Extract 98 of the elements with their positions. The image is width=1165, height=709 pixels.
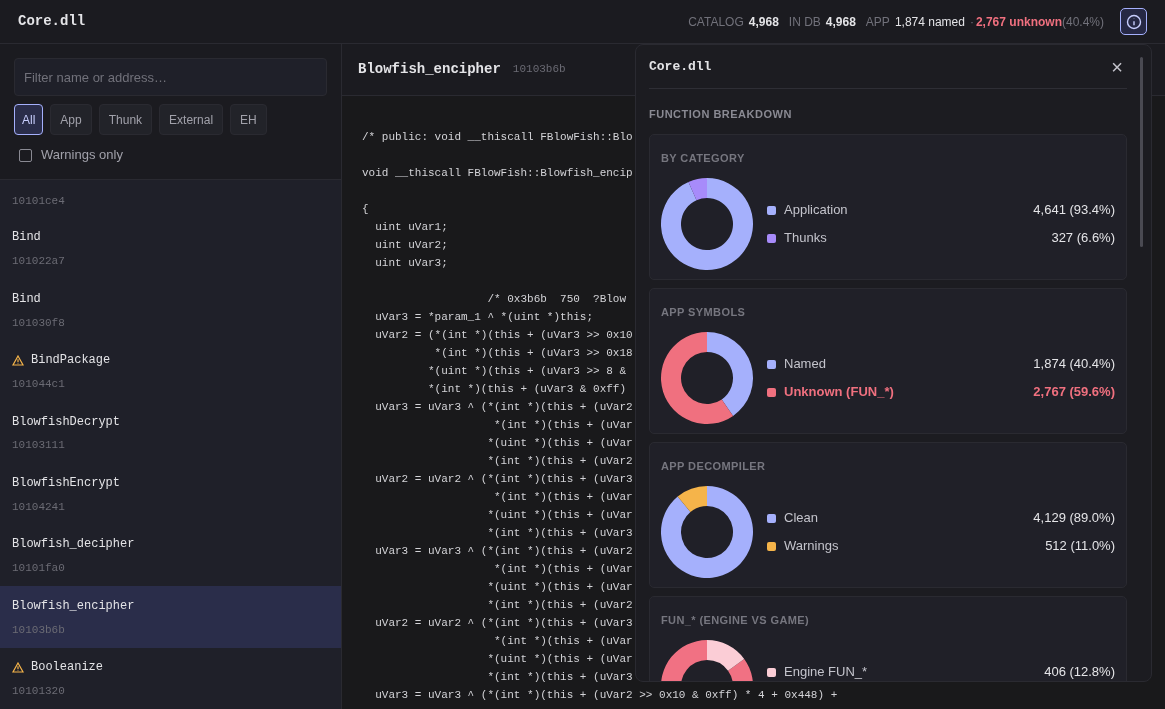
code-line: uint uVar1; — [374, 220, 448, 235]
code-line: uVar2 = uVar2 ^ (*(int *)(this + (uVar3 — [374, 616, 633, 631]
code-line: uVar3 = uVar3 ^ (*(int *)(this + (uVar2 — [374, 400, 633, 415]
stat-value: 2,767 unknown — [975, 13, 1062, 31]
function-name: Booleanize — [31, 659, 103, 677]
legend-value: 2,767 (59.6%) — [1033, 383, 1115, 402]
stat-label: CATALOG — [688, 13, 744, 31]
function-list-item[interactable]: Blowfish_encipher 10103b6b — [0, 586, 341, 648]
function-address: 10101fa0 — [12, 561, 65, 577]
stat-value: 4,968 — [825, 13, 856, 31]
code-line: *(int *)(this + (uVar — [493, 562, 633, 577]
close-button[interactable]: × — [1107, 56, 1127, 77]
legend-label: Named — [784, 355, 826, 374]
filter-tab[interactable]: Thunk — [98, 104, 153, 135]
card-title: FUN_* (ENGINE VS GAME) — [661, 612, 811, 628]
code-line: { — [362, 202, 369, 217]
stat-label: APP — [865, 13, 890, 31]
info-icon — [1125, 13, 1142, 30]
app-title: Core.dll — [18, 12, 86, 31]
function-name: BlowfishEncrypt — [12, 475, 121, 493]
function-list-item[interactable]: Bind 101022a7 — [0, 217, 341, 280]
code-line: *(uint *)(this + (uVar — [486, 652, 633, 667]
function-address: 10103b6b — [512, 62, 566, 78]
legend-label: Clean — [784, 509, 818, 528]
function-address: 101022a7 — [12, 254, 65, 270]
code-line: *(uint *)(this + (uVar — [486, 508, 633, 523]
stat-value: 4,968 — [748, 13, 779, 31]
function-address: 10101ce4 — [12, 193, 65, 209]
filter-tab[interactable]: External — [159, 104, 224, 135]
legend-label: Warnings — [784, 537, 839, 556]
stat-separator: · — [969, 13, 974, 31]
function-name: Blowfish_decipher — [12, 536, 135, 554]
function-address: 10101320 — [12, 684, 65, 700]
code-line: uVar2 = (*(int *)(this + (uVar3 >> 0x10 — [374, 328, 633, 343]
checkbox-label: Warnings only — [41, 146, 123, 165]
code-line: *(int *)(this + (uVar — [493, 490, 633, 505]
scrollbar-thumb[interactable] — [1140, 57, 1143, 247]
code-line: /* 0x3b6b 750 ?Blow — [486, 292, 627, 307]
function-list-item[interactable]: Blowfish_decipher 10101fa0 — [0, 524, 341, 587]
code-line: /* public: void __thiscall FBlowFish::Blo — [362, 130, 633, 145]
code-line: *(int *)(this + (uVar — [493, 418, 633, 433]
filter-tab[interactable]: App — [50, 104, 92, 135]
checkbox[interactable] — [19, 148, 32, 162]
code-line: void __thiscall FBlowFish::Blowfish_encip — [362, 166, 633, 181]
info-button[interactable] — [1120, 8, 1147, 35]
code-line: uVar2 = uVar2 ^ (*(int *)(this + (uVar3 — [374, 472, 633, 487]
function-list-item[interactable]: Booleanize 10101320 — [0, 647, 341, 709]
card-title: BY CATEGORY — [661, 150, 746, 166]
function-address: 10103111 — [12, 438, 65, 454]
function-name: BlowfishDecrypt — [12, 413, 121, 431]
filter-field[interactable]: Filter name or address… — [14, 58, 327, 96]
code-line: uVar3 = uVar3 ^ (*(int *)(this + (uVar2 >> 0x10 & 0xff) * 4 + 0x448) + — [374, 688, 838, 703]
function-name: Bind — [12, 290, 41, 308]
code-line: uVar3 = *param_1 ^ *(uint *)this; — [374, 310, 594, 325]
function-address: 101044c1 — [12, 376, 65, 392]
function-name: BindPackage — [31, 352, 111, 370]
stat-percent: (40.4%) — [1061, 13, 1104, 31]
code-line: *(int *)(this + (uVar3 & 0xff) — [427, 382, 627, 397]
section-heading: FUNCTION BREAKDOWN — [649, 107, 793, 122]
code-line: *(int *)(this + (uVar — [493, 634, 633, 649]
code-line: *(int *)(this + (uVar2 — [486, 454, 633, 469]
function-title: Blowfish_encipher — [358, 60, 501, 79]
legend-label: Engine FUN_* — [784, 663, 868, 681]
legend-value: 1,874 (40.4%) — [1033, 355, 1115, 374]
code-line: *(int *)(this + (uVar3 >> 0x18 — [433, 346, 633, 361]
code-line: uVar3 = uVar3 ^ (*(int *)(this + (uVar2 — [374, 544, 633, 559]
legend-value: 512 (11.0%) — [1045, 537, 1115, 556]
stat-label: IN DB — [788, 13, 821, 31]
stat-value: 1,874 named — [894, 13, 965, 31]
legend-label: Application — [784, 201, 848, 220]
legend-value: 4,641 (93.4%) — [1033, 201, 1115, 220]
code-line: *(uint *)(this + (uVar — [486, 580, 633, 595]
popover-title: Core.dll — [649, 57, 712, 76]
legend-value: 327 (6.6%) — [1051, 229, 1115, 248]
card-title: APP DECOMPILER — [661, 458, 767, 474]
code-line: uint uVar2; — [374, 238, 448, 253]
filter-tab[interactable]: All — [14, 104, 44, 135]
legend-value: 406 (12.8%) — [1044, 663, 1115, 681]
function-list-item[interactable]: BlowfishEncrypt 10104241 — [0, 463, 341, 525]
function-name: Bind — [12, 229, 41, 247]
function-list-item[interactable]: BindPackage 101044c1 — [0, 340, 341, 402]
code-line: *(int *)(this + (uVar2 — [486, 598, 633, 613]
legend-label: Thunks — [784, 229, 827, 248]
code-line: *(int *)(this + (uVar3 — [486, 670, 633, 685]
code-line: *(uint *)(this + (uVar3 >> 8 & — [427, 364, 627, 379]
code-line: *(int *)(this + (uVar3 — [486, 526, 633, 541]
function-address: 10104241 — [12, 499, 65, 515]
function-address: 10103b6b — [12, 622, 65, 638]
legend-value: 4,129 (89.0%) — [1033, 509, 1115, 528]
code-line: uint uVar3; — [374, 256, 448, 271]
function-address: 101030f8 — [12, 315, 65, 331]
code-line: *(uint *)(this + (uVar — [486, 436, 633, 451]
filter-tab[interactable]: EH — [230, 104, 267, 135]
function-name: Blowfish_encipher — [12, 597, 135, 615]
function-list-item[interactable]: BlowfishDecrypt 10103111 — [0, 401, 341, 464]
card-title: APP SYMBOLS — [661, 304, 747, 320]
legend-label: Unknown (FUN_*) — [784, 383, 894, 402]
function-list-item[interactable]: Bind 101030f8 — [0, 279, 341, 341]
